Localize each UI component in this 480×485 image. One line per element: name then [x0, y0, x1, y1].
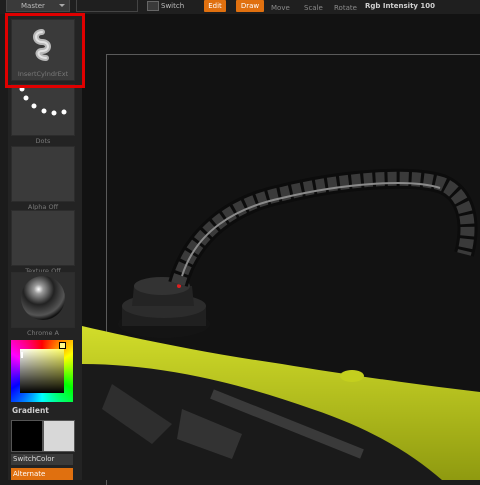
secondary-color-swatch[interactable] [43, 420, 75, 452]
color-saturation-square[interactable] [20, 349, 64, 393]
stroke-label: Dots [35, 137, 51, 145]
alternate-button[interactable]: Alternate [11, 468, 73, 480]
master-dropdown[interactable]: Master [6, 0, 70, 12]
switchcolor-button[interactable]: SwitchColor [11, 454, 73, 465]
main-color-swatch[interactable] [11, 420, 43, 452]
texture-button[interactable]: Texture Off [11, 210, 75, 275]
dots-stroke-icon [19, 86, 67, 116]
stroke-button[interactable]: Dots [11, 84, 75, 145]
scale-button[interactable]: Scale [304, 2, 323, 14]
rotate-button[interactable]: Rotate [334, 2, 357, 14]
viewport-canvas[interactable] [82, 14, 480, 485]
toolbar-slot [76, 0, 138, 12]
master-label: Master [21, 2, 45, 10]
material-label: Chrome A [26, 329, 59, 337]
chevron-down-icon [59, 4, 65, 7]
color-picker[interactable] [11, 340, 73, 402]
move-button[interactable]: Move [271, 2, 290, 14]
chrome-material-sphere-icon [21, 276, 65, 320]
selection-highlight [5, 13, 85, 88]
switch-toggle[interactable]: Switch [145, 0, 184, 12]
hue-marker[interactable] [21, 352, 23, 358]
checkbox-icon [147, 1, 159, 11]
rgb-intensity-slider[interactable]: Rgb Intensity 100 [365, 0, 435, 12]
gradient-label[interactable]: Gradient [12, 406, 49, 415]
material-button[interactable]: Chrome A [11, 272, 75, 337]
draw-button[interactable]: Draw [236, 0, 264, 12]
switch-label: Switch [161, 2, 185, 10]
color-marker[interactable] [59, 342, 66, 349]
3d-model-render [82, 168, 480, 480]
edit-button[interactable]: Edit [204, 0, 226, 12]
alpha-button[interactable]: Alpha Off [11, 146, 75, 211]
